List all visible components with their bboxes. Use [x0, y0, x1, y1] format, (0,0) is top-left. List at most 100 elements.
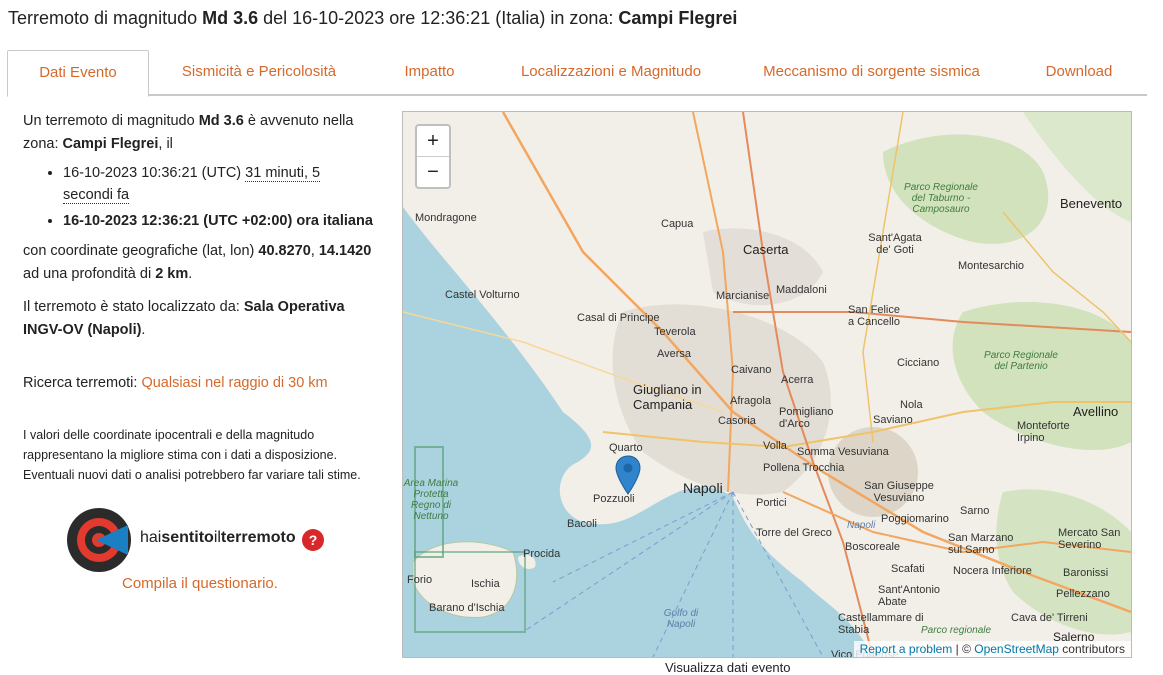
title-magnitude: Md 3.6 — [202, 8, 259, 28]
map-label: Capua — [661, 218, 694, 230]
text: , il — [158, 136, 173, 152]
map-label: Marcianise — [716, 290, 770, 302]
map-label: Casal di Principe — [577, 312, 660, 324]
map-label: Napoli — [683, 480, 723, 496]
text: contributors — [1058, 642, 1125, 656]
map-label: Poggiomarino — [881, 513, 949, 525]
hai-sentito-widget: haisentitoilterremoto ? Compila il quest… — [66, 507, 336, 597]
list-item: 16-10-2023 10:36:21 (UTC) 31 minuti, 5 s… — [63, 162, 373, 206]
map-label: Sant'Agata de' Goti — [868, 232, 922, 256]
osm-link[interactable]: OpenStreetMap — [974, 642, 1059, 656]
local-time: 16-10-2023 12:36:21 (UTC +02:00) ora ita… — [63, 213, 373, 229]
map-label: Napoli — [847, 520, 876, 531]
text: sentito — [161, 529, 214, 546]
map-attribution: Report a problem | © OpenStreetMap contr… — [853, 641, 1131, 657]
hai-sentito-text[interactable]: haisentitoilterremoto — [140, 529, 296, 547]
map-label: Teverola — [654, 326, 696, 338]
event-location-marker-icon[interactable] — [615, 455, 641, 495]
event-zone: Campi Flegrei — [62, 136, 159, 152]
map-label: Afragola — [730, 395, 771, 407]
search-row: Ricerca terremoti: Qualsiasi nel raggio … — [23, 372, 373, 395]
event-located: Il terremoto è stato localizzato da: Sal… — [23, 299, 345, 338]
map-label: Bacoli — [567, 518, 597, 530]
event-coordinates: con coordinate geografiche (lat, lon) 40… — [23, 243, 372, 282]
map-label: Castel Volturno — [445, 289, 520, 301]
text: terremoto — [220, 529, 296, 546]
map-label: Portici — [756, 497, 787, 509]
text: | © — [952, 642, 975, 656]
text: il — [213, 529, 221, 546]
event-map[interactable]: Mondragone Capua Caserta Benevento Caste… — [402, 111, 1132, 658]
map-label: Pomigliano d'Arco — [779, 406, 834, 430]
event-time-list: 16-10-2023 10:36:21 (UTC) 31 minuti, 5 s… — [23, 162, 373, 232]
map-label: San Giuseppe Vesuviano — [864, 480, 934, 504]
text: con coordinate geografiche (lat, lon) — [23, 243, 259, 259]
event-magnitude: Md 3.6 — [198, 113, 244, 129]
tab-sismicita[interactable]: Sismicità e Pericolosità — [149, 50, 369, 95]
map-label: Mondragone — [415, 212, 477, 224]
title-zone: Campi Flegrei — [618, 8, 738, 28]
map-label: Nola — [900, 399, 923, 411]
map-label: Barano d'Ischia — [429, 602, 505, 614]
map-label: Mercato San Severino — [1058, 527, 1121, 551]
map-caption: Visualizza dati evento — [665, 660, 791, 675]
map-label: Avellino — [1073, 404, 1119, 419]
tab-download[interactable]: Download — [1011, 50, 1147, 95]
map-label: Ischia — [471, 578, 500, 590]
map-label: Baronissi — [1063, 567, 1109, 579]
tab-meccanismo[interactable]: Meccanismo di sorgente sismica — [732, 50, 1011, 95]
map-label: Benevento — [1060, 196, 1123, 211]
help-icon[interactable]: ? — [302, 529, 324, 551]
zoom-out-button[interactable]: − — [417, 157, 449, 187]
map-label: Golfo di Napoli — [663, 608, 699, 630]
tab-localizzazioni[interactable]: Localizzazioni e Magnitudo — [490, 50, 732, 95]
title-text-2: del 16-10-2023 ore 12:36:21 (Italia) in … — [258, 8, 619, 28]
map-label: Aversa — [657, 348, 692, 360]
search-link[interactable]: Qualsiasi nel raggio di 30 km — [141, 375, 327, 391]
map-label: Procida — [523, 548, 561, 560]
map-label: Montesarchio — [958, 260, 1025, 272]
title-text: Terremoto di magnitudo — [8, 8, 203, 28]
map-label: Saviano — [873, 414, 913, 426]
text: Un terremoto di magnitudo — [23, 113, 199, 129]
tab-impatto[interactable]: Impatto — [369, 50, 490, 95]
map-label: Cava de' Tirreni — [1011, 612, 1088, 624]
map-label: Quarto — [609, 442, 643, 454]
map-label: Scafati — [891, 563, 925, 575]
map-label: Maddaloni — [776, 284, 827, 296]
tab-dati-evento[interactable]: Dati Evento — [7, 50, 149, 97]
questionnaire-link[interactable]: Compila il questionario. — [122, 575, 278, 592]
map-label: Caserta — [743, 242, 789, 257]
disclaimer: I valori delle coordinate ipocentrali e … — [23, 428, 361, 482]
map-label: Caivano — [731, 364, 772, 376]
map-label: Cicciano — [897, 357, 940, 369]
list-item: 16-10-2023 12:36:21 (UTC +02:00) ora ita… — [63, 210, 373, 232]
map-label: Boscoreale — [845, 541, 901, 553]
depth: 2 km — [155, 266, 189, 282]
map-label: Somma Vesuviana — [797, 446, 889, 458]
longitude: 14.1420 — [318, 243, 372, 259]
zoom-in-button[interactable]: + — [417, 126, 449, 157]
map-label: Pollena Trocchia — [763, 462, 845, 474]
text: ad una profondità di — [23, 266, 156, 282]
hai-sentito-logo-icon[interactable] — [66, 507, 132, 573]
text: Il terremoto è stato localizzato da: — [23, 299, 244, 315]
report-problem-link[interactable]: Report a problem — [860, 642, 953, 656]
map-label: San Felice a Cancello — [848, 304, 900, 328]
map-label: Acerra — [781, 374, 814, 386]
map-label: Sarno — [960, 505, 990, 517]
map-label: Sant'Antonio Abate — [878, 584, 941, 608]
map-label: Casoria — [718, 415, 756, 427]
map-label: San Marzano sul Sarno — [948, 532, 1014, 556]
map-label: Nocera Inferiore — [953, 565, 1032, 577]
map-label: Parco regionale — [921, 625, 992, 636]
tab-bar: Dati Evento Sismicità e Pericolosità Imp… — [7, 50, 1147, 97]
map-label: Forio — [407, 574, 433, 586]
map-label: Pellezzano — [1056, 588, 1110, 600]
utc-time: 16-10-2023 10:36:21 (UTC) — [63, 165, 246, 181]
latitude: 40.8270 — [258, 243, 311, 259]
zoom-control: + − — [415, 124, 451, 189]
text: Ricerca terremoti: — [23, 375, 142, 391]
event-details: Un terremoto di magnitudo Md 3.6 è avven… — [23, 110, 373, 485]
map-label: Area Marina Protetta Regno di Nettuno — [403, 478, 459, 522]
